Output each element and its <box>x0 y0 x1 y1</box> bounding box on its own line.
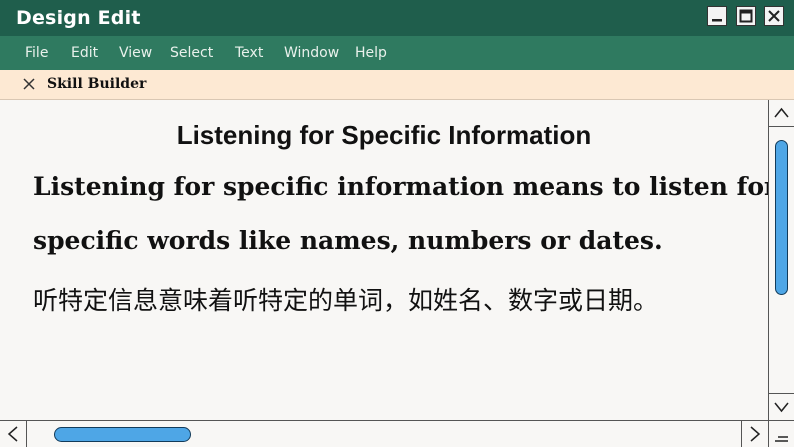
scroll-down-button[interactable] <box>769 393 794 420</box>
document-line-1: Listening for specific information means… <box>33 172 778 201</box>
horizontal-scroll-thumb[interactable] <box>54 427 191 442</box>
maximize-button[interactable] <box>736 6 756 26</box>
chevron-right-icon <box>750 426 761 442</box>
maximize-icon <box>739 9 753 23</box>
scroll-right-button[interactable] <box>741 421 768 447</box>
menu-help[interactable]: Help <box>355 45 387 61</box>
close-icon <box>768 10 780 22</box>
window-title: Design Edit <box>16 7 141 29</box>
scroll-up-button[interactable] <box>769 100 794 127</box>
menu-edit[interactable]: Edit <box>71 45 98 61</box>
tab-bar: Skill Builder <box>0 70 794 100</box>
vertical-scrollbar[interactable] <box>768 100 794 420</box>
scroll-left-button[interactable] <box>0 421 27 447</box>
resize-grip-icon[interactable] <box>769 421 794 447</box>
chevron-left-icon <box>7 426 18 442</box>
close-icon <box>23 78 35 90</box>
tab-skill-builder[interactable]: Skill Builder <box>47 76 146 92</box>
menu-text[interactable]: Text <box>235 45 263 61</box>
menu-view[interactable]: View <box>119 45 152 61</box>
chevron-up-icon <box>774 107 789 118</box>
chevron-down-icon <box>774 402 789 413</box>
horizontal-scrollbar[interactable] <box>0 420 768 447</box>
close-button[interactable] <box>764 6 784 26</box>
document-line-3: 听特定信息意味着听特定的单词，如姓名、数字或日期。 <box>33 286 659 315</box>
scrollbar-corner <box>768 420 794 447</box>
vertical-scroll-thumb[interactable] <box>775 140 788 295</box>
document-line-2: specific words like names, numbers or da… <box>33 226 663 255</box>
minimize-button[interactable] <box>707 6 727 26</box>
menu-select[interactable]: Select <box>170 45 213 61</box>
document-heading: Listening for Specific Information <box>176 120 592 150</box>
menu-window[interactable]: Window <box>284 45 339 61</box>
tab-close-button[interactable] <box>20 75 38 93</box>
document-canvas[interactable]: Listening for Specific Information Liste… <box>0 100 777 420</box>
menu-bar: File Edit View Select Text Window Help <box>0 36 794 70</box>
minimize-icon <box>712 19 722 22</box>
menu-file[interactable]: File <box>25 45 48 61</box>
title-bar: Design Edit <box>0 0 794 36</box>
